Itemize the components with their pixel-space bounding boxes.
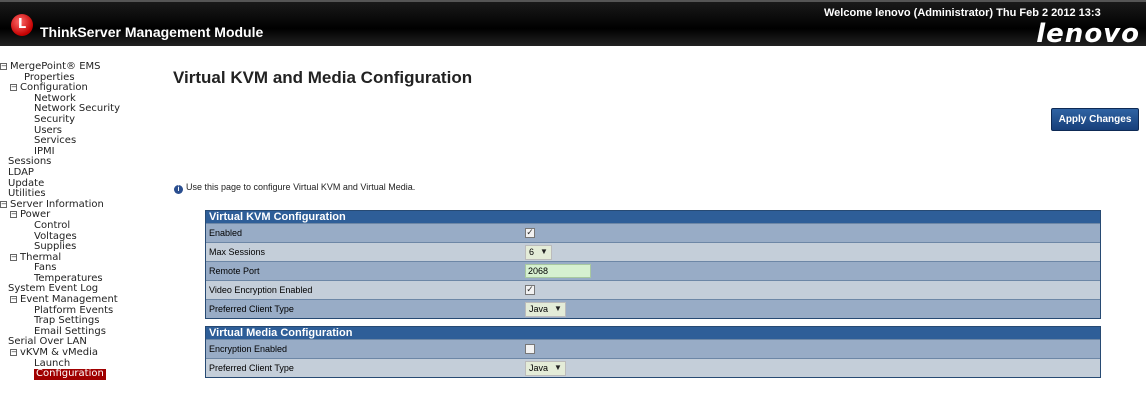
virtual-media-header: Virtual Media Configuration — [206, 327, 1100, 339]
info-text: Use this page to configure Virtual KVM a… — [186, 182, 416, 192]
nav-item-label: Thermal — [20, 251, 62, 263]
nav-item-label: Users — [34, 124, 63, 136]
collapse-icon[interactable]: − — [10, 253, 17, 261]
nav-item-label: Server Information — [10, 198, 104, 210]
nav-item-label: Supplies — [34, 241, 77, 253]
remote-port-row: Remote Port 2068 — [206, 261, 1100, 280]
kvm-preferred-client-row: Preferred Client Type Java ▼ — [206, 299, 1100, 318]
max-sessions-select[interactable]: 6 ▼ — [525, 244, 552, 260]
collapse-icon[interactable]: − — [10, 296, 17, 304]
virtual-kvm-header: Virtual KVM Configuration — [206, 211, 1100, 223]
collapse-icon[interactable]: − — [10, 84, 17, 92]
chevron-down-icon: ▼ — [554, 363, 562, 372]
nav-item-label: Platform Events — [34, 304, 114, 316]
nav-item-label: Control — [34, 219, 71, 231]
media-preferred-client-value: Java — [529, 363, 549, 373]
video-encryption-row: Video Encryption Enabled ✓ — [206, 280, 1100, 299]
apply-changes-button[interactable]: Apply Changes — [1051, 108, 1139, 131]
lenovo-logo: lenovo — [1036, 19, 1140, 49]
max-sessions-label: Max Sessions — [209, 247, 266, 257]
info-message: i Use this page to configure Virtual KVM … — [174, 182, 415, 194]
nav-item-power[interactable]: − Power — [0, 210, 150, 221]
nav-item-label: LDAP — [8, 166, 34, 178]
nav-item-label: Event Management — [20, 294, 118, 306]
nav-item-label: Update — [8, 177, 45, 189]
remote-port-input[interactable]: 2068 — [525, 264, 591, 278]
media-encryption-row: Encryption Enabled — [206, 339, 1100, 358]
video-encryption-checkbox[interactable]: ✓ — [525, 285, 535, 295]
nav-item-label: Properties — [24, 71, 75, 83]
product-title: ThinkServer Management Module — [40, 24, 264, 40]
media-preferred-client-select[interactable]: Java ▼ — [525, 360, 566, 376]
virtual-kvm-panel: Virtual KVM Configuration Enabled ✓ Max … — [205, 210, 1101, 319]
nav-item-label: Serial Over LAN — [8, 336, 87, 348]
nav-item-label: IPMI — [34, 145, 55, 157]
collapse-icon[interactable]: − — [10, 349, 17, 357]
nav-item-label: MergePoint® EMS — [10, 61, 101, 72]
nav-item-label: Fans — [34, 262, 57, 274]
nav-item-security[interactable]: Security — [0, 113, 150, 126]
virtual-media-panel: Virtual Media Configuration Encryption E… — [205, 326, 1101, 378]
kvm-preferred-client-select[interactable]: Java ▼ — [525, 301, 566, 317]
nav-item-label: Utilities — [8, 188, 46, 200]
top-banner: L ThinkServer Management Module Welcome … — [0, 0, 1146, 49]
nav-item-services[interactable]: Services — [0, 135, 150, 147]
nav-item-label: Network — [34, 92, 76, 104]
nav-item-vkvm-vmedia[interactable]: − vKVM & vMedia — [0, 347, 150, 359]
nav-item-label: vKVM & vMedia — [20, 347, 99, 359]
kvm-enabled-label: Enabled — [209, 228, 243, 238]
nav-item-label: Sessions — [8, 156, 52, 168]
nav-item-label: Trap Settings — [34, 315, 100, 327]
kvm-preferred-client-value: Java — [529, 304, 549, 314]
nav-item-thermal[interactable]: − Thermal — [0, 251, 150, 264]
media-encryption-checkbox[interactable] — [525, 344, 535, 354]
collapse-icon[interactable]: − — [0, 200, 7, 208]
max-sessions-row: Max Sessions 6 ▼ — [206, 242, 1100, 261]
max-sessions-value: 6 — [529, 247, 535, 257]
collapse-icon[interactable]: − — [0, 63, 7, 70]
media-preferred-client-row: Preferred Client Type Java ▼ — [206, 358, 1100, 377]
collapse-icon[interactable]: − — [10, 211, 17, 219]
remote-port-label: Remote Port — [209, 266, 260, 276]
kvm-enabled-row: Enabled ✓ — [206, 223, 1100, 242]
kvm-enabled-checkbox[interactable]: ✓ — [525, 228, 535, 238]
nav-item-label: Email Settings — [34, 325, 106, 337]
page-title: Virtual KVM and Media Configuration — [173, 68, 473, 87]
video-encryption-label: Video Encryption Enabled — [209, 285, 313, 295]
nav-item-label: System Event Log — [8, 283, 99, 295]
kvm-preferred-client-label: Preferred Client Type — [209, 304, 294, 314]
navigation-tree: − MergePoint® EMS Properties − Configuration… — [0, 61, 150, 380]
welcome-text: Welcome lenovo (Administrator) Thu Feb 2… — [824, 7, 1101, 19]
nav-item-mergepoint-ems[interactable]: − MergePoint® EMS — [0, 61, 150, 73]
media-preferred-client-label: Preferred Client Type — [209, 363, 294, 373]
nav-item-label: Temperatures — [34, 272, 103, 284]
chevron-down-icon: ▼ — [540, 247, 548, 256]
tsm-logo-icon: L — [11, 14, 33, 36]
nav-item-label: Security — [34, 113, 76, 125]
nav-item-label: Configuration — [20, 82, 88, 94]
nav-item-label: Power — [20, 209, 51, 221]
nav-item-label: Services — [34, 135, 77, 147]
chevron-down-icon: ▼ — [554, 304, 562, 313]
nav-item-label: Network Security — [34, 103, 120, 115]
nav-item-label: Voltages — [34, 230, 77, 242]
info-icon: i — [174, 185, 183, 194]
nav-item-configuration[interactable]: Configuration — [0, 369, 150, 380]
nav-item-label: Launch — [34, 357, 71, 369]
media-encryption-label: Encryption Enabled — [209, 344, 288, 354]
nav-item-label: Configuration — [34, 368, 106, 380]
